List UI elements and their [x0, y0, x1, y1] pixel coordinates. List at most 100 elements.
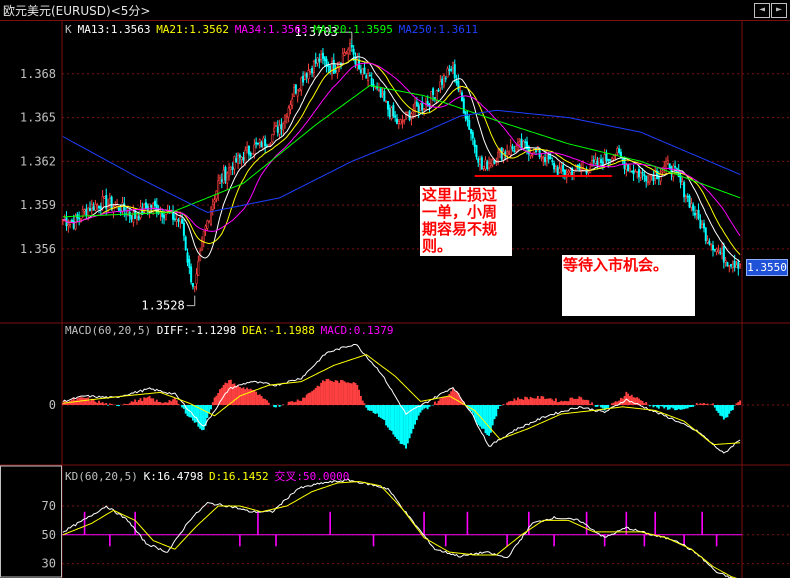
- candle-body: [307, 70, 310, 80]
- candle-body: [531, 154, 534, 157]
- candle-body: [574, 166, 577, 170]
- candle-body: [609, 159, 612, 161]
- candle-body: [408, 110, 411, 121]
- price-tick-label: 1.365: [20, 111, 56, 125]
- candle-body: [410, 113, 413, 119]
- candle-body: [692, 204, 695, 211]
- candle-body: [152, 203, 155, 209]
- candle-body: [665, 160, 668, 169]
- candle-body: [554, 166, 557, 170]
- candle-body: [646, 181, 649, 184]
- candle-body: [233, 156, 236, 170]
- candle-body: [560, 166, 563, 169]
- candle-body: [453, 64, 456, 79]
- candle-body: [394, 115, 397, 118]
- candle-body: [359, 69, 362, 73]
- candle-body: [704, 227, 707, 242]
- candle-body: [332, 59, 335, 74]
- candle-body: [702, 223, 705, 229]
- candle-body: [148, 203, 151, 212]
- candle-body: [542, 157, 545, 160]
- candle-body: [518, 141, 521, 145]
- candle-body: [395, 118, 398, 124]
- candle-body: [164, 213, 167, 221]
- candle-body: [625, 164, 628, 171]
- candle-body: [731, 263, 734, 268]
- candle-body: [477, 158, 480, 163]
- candle-body: [262, 137, 265, 150]
- candle-body: [433, 97, 436, 99]
- candle-body: [538, 149, 541, 158]
- candle-body: [659, 173, 662, 182]
- candle-body: [520, 138, 523, 150]
- candle-body: [491, 159, 494, 166]
- candle-body: [293, 87, 296, 97]
- candle-body: [352, 48, 355, 55]
- candle-body: [392, 105, 395, 117]
- price-tick-label: 1.359: [20, 198, 56, 212]
- kd-legend-cross: 交叉:50.0000: [274, 469, 349, 483]
- candle-body: [191, 283, 194, 287]
- candle-body: [504, 152, 507, 154]
- candle-body: [88, 208, 91, 212]
- candle-body: [146, 205, 149, 211]
- candle-body: [260, 142, 263, 148]
- candle-body: [435, 90, 438, 101]
- candle-body: [222, 169, 225, 184]
- price-tick-label: 1.356: [20, 242, 56, 256]
- candle-body: [470, 128, 473, 134]
- candle-body: [690, 203, 693, 208]
- candle-body: [255, 142, 258, 145]
- candle-body: [188, 259, 191, 268]
- candle-body: [154, 200, 157, 207]
- candle-body: [733, 260, 736, 268]
- candle-body: [340, 62, 343, 65]
- candle-body: [623, 157, 626, 169]
- candle-body: [256, 142, 259, 145]
- candle-body: [87, 207, 90, 217]
- candle-body: [497, 151, 500, 162]
- candle-body: [312, 60, 315, 73]
- ma120-line: [62, 84, 741, 218]
- candle-body: [101, 196, 104, 209]
- candle-body: [341, 52, 344, 65]
- candle-body: [184, 236, 187, 251]
- candle-body: [401, 120, 404, 123]
- candle-body: [612, 155, 615, 160]
- candle-body: [475, 144, 478, 157]
- candle-body: [509, 145, 512, 156]
- candle-body: [735, 264, 738, 268]
- candle-body: [135, 217, 138, 220]
- candle-body: [200, 240, 203, 251]
- candle-body: [540, 156, 543, 158]
- main-legend-ma21: MA21:1.3562: [156, 23, 229, 36]
- candle-body: [681, 181, 684, 185]
- candle-body: [316, 57, 319, 64]
- candle-body: [632, 170, 635, 175]
- candle-body: [103, 196, 106, 199]
- candle-body: [258, 139, 261, 143]
- candle-body: [442, 75, 445, 87]
- candle-body: [209, 210, 212, 225]
- candle-body: [621, 158, 624, 161]
- candle-body: [345, 52, 348, 54]
- candle-body: [388, 108, 391, 118]
- candle-body: [78, 217, 81, 220]
- candle-body: [361, 68, 364, 76]
- candle-body: [471, 132, 474, 139]
- candle-body: [737, 261, 740, 269]
- candle-body: [137, 215, 140, 220]
- candle-body: [228, 167, 231, 177]
- candle-body: [506, 151, 509, 157]
- candle-body: [291, 98, 294, 106]
- candle-body: [110, 196, 113, 210]
- kd-legend-k: K:16.4798: [144, 470, 204, 483]
- candle-body: [226, 172, 229, 184]
- candle-body: [524, 141, 527, 144]
- candle-body: [473, 140, 476, 147]
- candle-body: [480, 157, 483, 170]
- candle-body: [668, 163, 671, 169]
- candle-body: [618, 148, 621, 153]
- candle-body: [605, 152, 608, 161]
- candle-body: [242, 157, 245, 161]
